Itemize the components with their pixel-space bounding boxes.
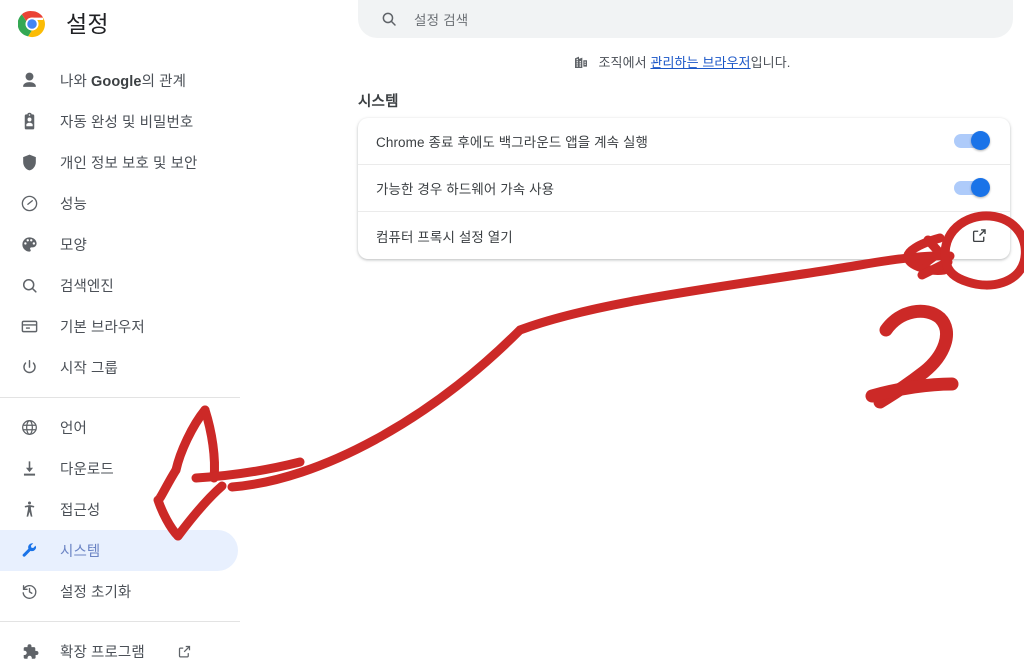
managed-browser-notice: 조직에서 관리하는 브라우저입니다. [340,52,1024,71]
sidebar-group-3: 확장 프로그램 Chrome 정보Chrome 정보 [0,631,340,671]
person-icon [18,70,40,92]
sidebar-divider-1 [0,397,240,398]
sidebar-item-label: 검색엔진 [60,279,114,295]
sidebar-item-label: 시작 그룹 [60,361,118,377]
palette-icon [18,234,40,256]
power-icon [18,357,40,379]
sidebar-item-privacy-security[interactable]: 개인 정보 보호 및 보안 [0,142,238,183]
sidebar-brand-label: 설정 [66,10,109,37]
toggle-hardware-acceleration[interactable] [954,178,990,197]
sidebar-item-label: 모양 [60,238,87,254]
sidebar-item-label: 자동 완성 및 비밀번호 [60,115,194,131]
sidebar-item-label: 언어 [60,421,87,437]
settings-page: 설정 나와 Google의 관계나와 Google의 관계 자동 완성 및 비밀… [0,0,1024,671]
building-icon [573,54,589,70]
sidebar-item-downloads[interactable]: 다운로드 [0,448,238,489]
sidebar-item-label: 개인 정보 보호 및 보안 [60,156,198,172]
sidebar-item-label: 접근성 [60,503,101,519]
setting-label: 가능한 경우 하드웨어 가속 사용 [376,182,555,197]
wrench-icon [18,540,40,562]
sidebar-item-extensions[interactable]: 확장 프로그램 [0,631,238,671]
search-icon [380,10,398,28]
setting-row-open-proxy-settings[interactable]: 컴퓨터 프록시 설정 열기 [358,212,1010,259]
setting-row-hardware-acceleration[interactable]: 가능한 경우 하드웨어 가속 사용 [358,165,1010,212]
sidebar-item-default-browser[interactable]: 기본 브라우저 [0,306,238,347]
sidebar-item-performance[interactable]: 성능 [0,183,238,224]
sidebar-item-languages[interactable]: 언어 [0,407,238,448]
globe-icon [18,417,40,439]
sidebar-divider-2 [0,621,240,622]
speedometer-icon [18,193,40,215]
setting-label: 컴퓨터 프록시 설정 열기 [376,229,513,245]
sidebar-group-2: 언어 다운로드 접근성 시스템 설정 초기화 [0,407,340,612]
search-input[interactable]: 설정 검색 [414,9,468,29]
sidebar-item-label: 나와 Google의 관계나와 Google의 관계 [60,74,187,90]
search-icon [18,275,40,297]
sidebar-item-on-startup[interactable]: 시작 그룹 [0,347,238,388]
download-icon [18,458,40,480]
toggle-knob [971,131,990,150]
sidebar-item-label: 시스템 [60,544,101,560]
chrome-logo-icon [17,10,46,38]
accessibility-icon [18,499,40,521]
managed-browser-text: 조직에서 관리하는 브라우저입니다. [598,55,791,70]
external-link-icon[interactable] [177,644,192,659]
settings-sidebar: 설정 나와 Google의 관계나와 Google의 관계 자동 완성 및 비밀… [0,0,340,671]
restore-icon [18,581,40,603]
sidebar-item-label: 확장 프로그램 [60,645,145,661]
sidebar-item-autofill-passwords[interactable]: 자동 완성 및 비밀번호 [0,101,238,142]
system-settings-card: Chrome 종료 후에도 백그라운드 앱을 계속 실행 가능한 경우 하드웨어… [358,118,1010,259]
setting-label: Chrome 종료 후에도 백그라운드 앱을 계속 실행 [376,135,649,150]
external-link-icon[interactable] [971,227,988,244]
toggle-knob [971,178,990,197]
sidebar-group-1: 나와 Google의 관계나와 Google의 관계 자동 완성 및 비밀번호 … [0,60,340,388]
sidebar-item-accessibility[interactable]: 접근성 [0,489,238,530]
setting-row-background-apps[interactable]: Chrome 종료 후에도 백그라운드 앱을 계속 실행 [358,118,1010,165]
managed-browser-link[interactable]: 관리하는 브라우저 [650,55,750,70]
settings-main: 설정 검색 조직에서 관리하는 브라우저입니다. 시스템 Chrome 종료 후… [340,0,1024,671]
search-bar[interactable]: 설정 검색 [358,0,1013,38]
toggle-background-apps[interactable] [954,131,990,150]
sidebar-item-appearance[interactable]: 모양 [0,224,238,265]
sidebar-item-label: 다운로드 [60,462,114,478]
sidebar-item-google-relationship[interactable]: 나와 Google의 관계나와 Google의 관계 [0,60,238,101]
sidebar-item-system[interactable]: 시스템 [0,530,238,571]
sidebar-item-label: 기본 브라우저 [60,320,145,336]
sidebar-brand: 설정 [0,0,340,48]
sidebar-item-reset-settings[interactable]: 설정 초기화 [0,571,238,612]
browser-window-icon [18,316,40,338]
sidebar-item-search-engine[interactable]: 검색엔진 [0,265,238,306]
clipboard-key-icon [18,111,40,133]
puzzle-icon [18,641,40,663]
section-title-system: 시스템 [358,94,399,110]
sidebar-item-label: 설정 초기화 [60,585,132,601]
shield-icon [18,152,40,174]
sidebar-item-label: 성능 [60,197,87,213]
